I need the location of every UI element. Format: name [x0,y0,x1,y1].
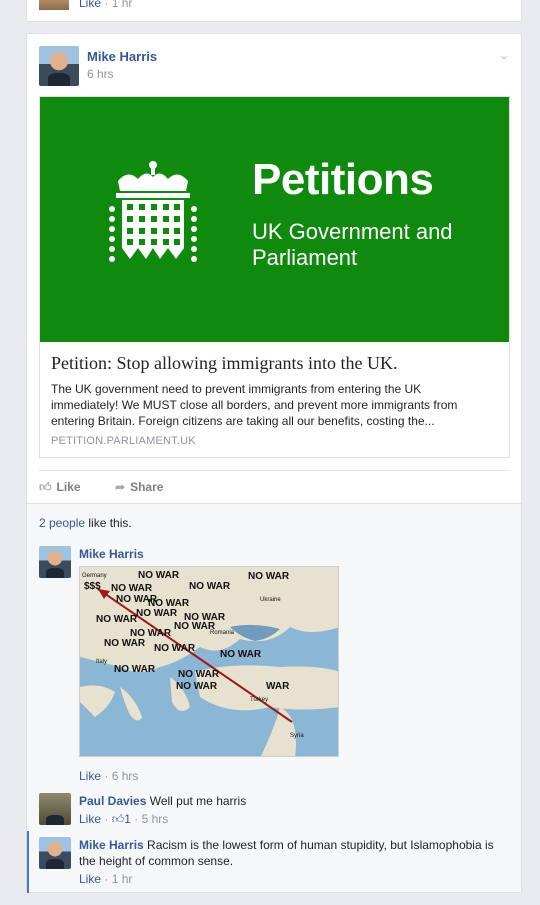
reply-indicator [27,831,29,893]
comment-like-link[interactable]: Like [79,769,101,783]
map-label: NO WAR [138,570,180,581]
post-author-name[interactable]: Mike Harris [87,49,157,64]
author-avatar[interactable] [39,46,79,86]
map-label: NO WAR [189,581,231,592]
post-timestamp[interactable]: 6 hrs [87,67,114,81]
map-label: NO WAR [176,681,218,692]
map-place: Romania [210,630,235,636]
chevron-down-icon[interactable]: ⌄ [499,48,509,62]
post-action-bar: 👍︎ Like ➦ Share [39,470,510,502]
comment-like-link[interactable]: Like [79,872,101,886]
map-label: NO WAR [174,621,216,632]
thumbs-up-icon: 👍︎ [39,480,52,494]
comment-author[interactable]: Mike Harris [79,838,144,852]
portcullis-icon [109,161,197,262]
comment-time[interactable]: 5 hrs [142,812,169,826]
map-label: NO WAR [114,664,156,675]
comment-time[interactable]: 6 hrs [112,769,139,783]
comment-body: Mike Harris [79,546,499,562]
post-card: Mike Harris 6 hrs ⌄ Petitions UK Governm… [26,33,522,893]
map-place: Italy [96,659,108,665]
map-label: $$$ [84,581,101,592]
map-label: WAR [266,681,290,692]
map-label: NO WAR [248,571,290,582]
post-header: Mike Harris 6 hrs ⌄ [39,46,509,86]
map-place: Germany [82,573,107,579]
commenter-avatar[interactable] [39,837,71,869]
comment-body: Paul Davies Well put me harris Like · 👍︎… [79,793,499,827]
comment-body: Mike Harris Racism is the lowest form of… [79,837,499,887]
map-place: Turkey [250,697,269,703]
like-button[interactable]: 👍︎ Like [39,480,81,495]
comment-like-count[interactable]: 👍︎1 [112,812,131,826]
commenter-avatar[interactable] [39,546,71,578]
banner-title: Petitions [252,155,434,204]
thumbs-up-icon: 👍︎ [111,812,125,826]
map-place: Ukraine [260,597,281,603]
comment-author[interactable]: Paul Davies [79,794,146,808]
link-preview-body[interactable]: Petition: Stop allowing immigrants into … [40,342,509,457]
comment-author[interactable]: Mike Harris [79,547,144,561]
comment-meta: Like · 6 hrs [79,769,139,783]
war-map-image[interactable]: $$$ NO WAR NO WAR NO WAR NO WAR NO WAR N… [79,566,339,757]
comment: Paul Davies Well put me harris Like · 👍︎… [39,793,509,827]
map-label: NO WAR [96,614,138,625]
comment-like-link[interactable]: Like [79,812,101,826]
previous-comment-meta: Like · 1 hr [79,0,132,10]
link-source-domain: PETITION.PARLIAMENT.UK [51,435,196,447]
previous-comment-stub: Like · 1 hr [26,0,522,22]
comments-section: 2 people like this. Mike Harris $$$ NO W… [27,503,521,893]
map-label: NO WAR [136,608,178,619]
previous-like-link[interactable]: Like [79,0,101,10]
comment: Mike Harris Racism is the lowest form of… [39,837,509,889]
likes-suffix: like this. [85,516,132,530]
share-button[interactable]: ➦ Share [115,480,163,494]
previous-commenter-avatar[interactable] [39,0,69,10]
petitions-banner-image[interactable]: Petitions UK Government and Parliament [40,97,509,342]
map-label: NO WAR [220,649,262,660]
previous-comment-time[interactable]: 1 hr [112,0,133,10]
comment-text: Well put me harris [149,794,247,808]
link-preview[interactable]: Petitions UK Government and Parliament P… [39,96,510,458]
banner-subtitle: UK Government and Parliament [252,219,453,270]
comment-time[interactable]: 1 hr [112,872,133,886]
map-label: NO WAR [104,638,146,649]
share-label: Share [130,480,164,494]
commenter-avatar[interactable] [39,793,71,825]
map-label: NO WAR [178,669,220,680]
like-count-value: 1 [124,812,131,826]
likes-summary: 2 people like this. [39,516,132,530]
like-label: Like [56,480,81,494]
comment: Mike Harris $$$ NO WAR NO WAR NO WAR NO … [39,546,509,786]
map-label: NO WAR [111,583,153,594]
link-description: The UK government need to prevent immigr… [51,382,458,428]
map-place: Syria [290,733,304,739]
map-label: NO WAR [154,643,196,654]
likers-link[interactable]: 2 people [39,516,85,530]
share-arrow-icon: ➦ [115,480,126,494]
comment-meta: Like · 👍︎1 · 5 hrs [79,812,169,826]
link-title[interactable]: Petition: Stop allowing immigrants into … [51,352,498,374]
comment-meta: Like · 1 hr [79,872,133,886]
